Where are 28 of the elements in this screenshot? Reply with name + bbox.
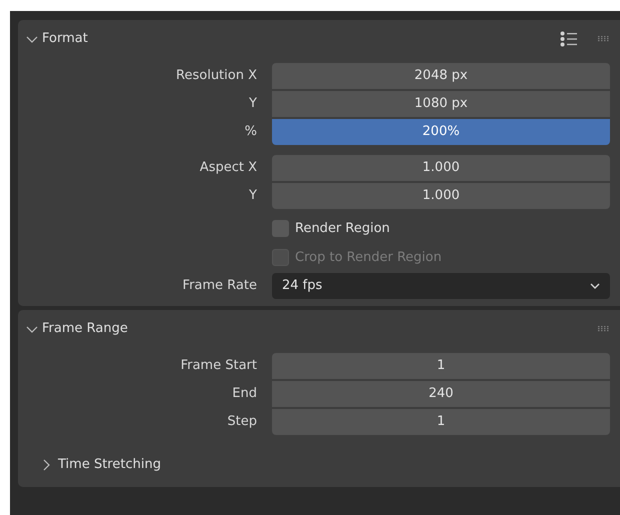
list-presets-icon[interactable] <box>560 31 578 47</box>
field-label: Y <box>248 187 258 206</box>
number-field[interactable]: 200% <box>272 119 610 145</box>
subpanel-header[interactable]: Time Stretching <box>18 450 610 480</box>
checkbox-label: Crop to Render Region <box>295 248 442 267</box>
checkbox[interactable] <box>272 220 289 237</box>
drag-handle-icon[interactable] <box>598 326 610 332</box>
panel-header[interactable]: Frame Range <box>18 310 610 348</box>
number-field[interactable]: 1080 px <box>272 91 610 117</box>
field-label: Resolution X <box>175 67 258 86</box>
field-label: Step <box>226 413 258 432</box>
field-label: Aspect X <box>198 159 258 178</box>
number-field[interactable]: 1 <box>272 409 610 435</box>
drag-handle-icon[interactable] <box>598 36 610 42</box>
number-field[interactable]: 1.000 <box>272 155 610 181</box>
field-label: Y <box>248 95 258 114</box>
field-label: End <box>231 385 258 404</box>
chevron-down-icon <box>590 282 600 290</box>
dropdown[interactable]: 24 fps <box>272 273 610 299</box>
panel-header[interactable]: Format <box>18 20 610 58</box>
field-label: Frame Rate <box>182 277 258 296</box>
number-field[interactable]: 1 <box>272 353 610 379</box>
field-label: % <box>244 123 258 142</box>
number-field[interactable]: 240 <box>272 381 610 407</box>
number-field[interactable]: 2048 px <box>272 63 610 89</box>
number-field[interactable]: 1.000 <box>272 183 610 209</box>
checkbox-label: Render Region <box>295 220 390 238</box>
field-label: Frame Start <box>180 357 258 376</box>
